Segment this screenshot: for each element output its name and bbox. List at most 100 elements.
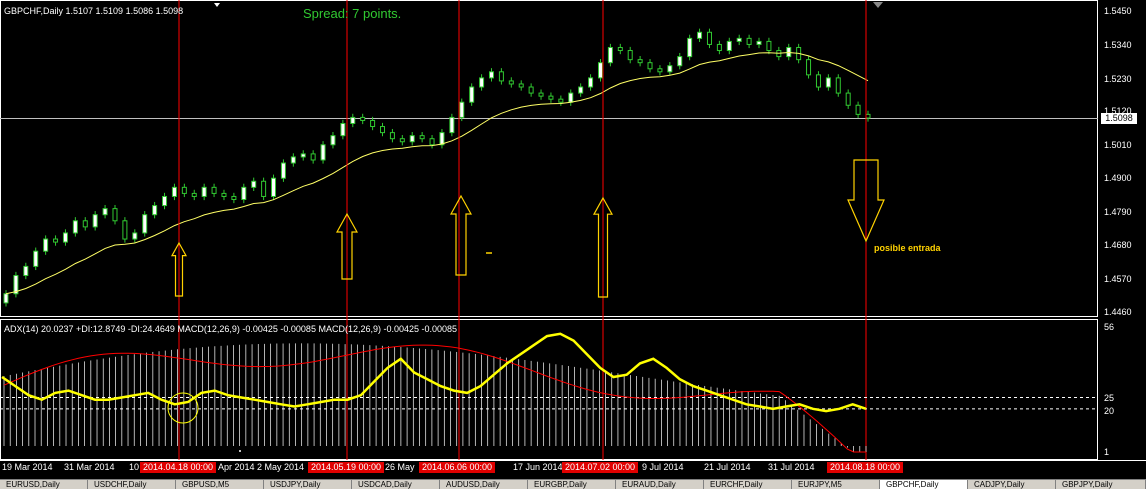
candle-body [360,116,366,121]
candle-body [251,180,257,188]
candle-body [617,46,623,52]
candle-body [597,62,603,79]
candle-body [568,92,574,103]
candle-body [23,265,29,277]
candle-body [122,220,128,240]
candle-body [271,177,277,197]
candle-body [667,65,673,73]
candle-body [449,116,455,134]
candle-body [310,153,316,161]
candle-body [647,62,653,70]
candle-body [389,132,395,140]
candle-body [231,195,237,201]
candle-body [211,186,217,194]
price-axis-label: 1.5010 [1104,140,1132,150]
time-axis-highlight: 2014.05.19 00:00 [308,462,385,473]
indicator-axis-label: 1 [1104,447,1110,457]
price-axis-label: 1.5450 [1104,6,1132,16]
macd-signal-line [3,344,866,453]
candle-body [162,195,168,207]
candle-body [677,56,683,67]
candle-body [181,186,187,194]
candle-body [102,208,108,216]
candle-body [53,238,59,243]
candle-body [706,31,712,45]
top-marker [214,3,220,7]
time-axis-highlight: 2014.04.18 00:00 [140,462,217,473]
candle-body [380,126,386,134]
candle-body [409,135,415,143]
price-axis-label: 1.4900 [1104,173,1132,183]
candle-body [498,71,504,82]
candle-body [201,186,207,197]
candle-body [132,232,138,240]
price-axis-label: 1.4570 [1104,274,1132,284]
candle-body [766,40,772,52]
candle-body [419,135,425,140]
candle-body [588,77,594,88]
candle-body [746,37,752,45]
candle-body [241,186,247,201]
candle-body [508,80,514,85]
candle-body [82,220,88,228]
time-axis-label: 2 May 2014 [257,462,305,472]
candle-body [657,68,663,73]
candle-body [3,293,9,304]
candle-body [171,186,177,197]
candle-body [865,113,871,119]
candle-body [429,138,435,146]
price-axis-label: 1.4790 [1104,207,1132,217]
time-axis-label: 26 May [385,462,415,472]
candle-body [716,43,722,52]
candle-body [637,59,643,64]
price-axis-label: 1.4680 [1104,240,1132,250]
candle-body [439,132,445,146]
candle-body [191,192,197,197]
symbol-header: GBPCHF,Daily 1.5107 1.5109 1.5086 1.5098 [4,6,184,16]
candle-body [815,74,821,88]
candle-body [370,119,376,128]
spread-label: Spread: 7 points. [303,6,402,21]
candle-body [459,101,465,118]
main-pane-frame [0,0,1098,317]
candle-body [825,77,831,88]
dot-marker [239,450,241,452]
candle-body [558,98,564,103]
candle-body [399,138,405,143]
time-axis-label: Apr 2014 [218,462,255,472]
moving-average-line [5,51,869,295]
price-axis-label: 1.5340 [1104,40,1132,50]
shift-marker [873,2,883,8]
candle-body [627,50,633,61]
candle-body [806,59,812,76]
time-axis-highlight: 2014.08.18 00:00 [827,462,904,473]
candle-body [330,135,336,146]
candle-body [736,37,742,42]
candle-body [756,40,762,45]
candle-body [835,77,841,94]
candle-body [340,122,346,137]
candle-body [300,153,306,158]
candle-body [687,37,693,58]
indicator-axis-label: 56 [1104,322,1115,332]
price-axis-label: 1.5120 [1104,106,1132,116]
indicator-header: ADX(14) 20.0237 +DI:12.8749 -DI:24.4649 … [4,324,458,334]
price-axis-label: 1.4460 [1104,307,1132,317]
candle-body [479,77,485,88]
candle-body [350,116,356,124]
candle-body [142,214,148,234]
candle-body [697,31,703,39]
candle-body [62,232,68,243]
candle-body [548,95,554,100]
candle-body [92,214,98,228]
chart-canvas[interactable] [0,0,1146,488]
indicator-axis-label: 20 [1104,406,1115,416]
time-axis-label: 31 Mar 2014 [64,462,115,472]
time-axis-highlight: 2014.06.06 00:00 [419,462,496,473]
candle-body [261,180,267,197]
candle-body [112,208,118,222]
candle-body [152,205,158,216]
buy-arrow-icon [449,194,473,276]
candle-body [320,144,326,161]
candle-body [855,104,861,115]
